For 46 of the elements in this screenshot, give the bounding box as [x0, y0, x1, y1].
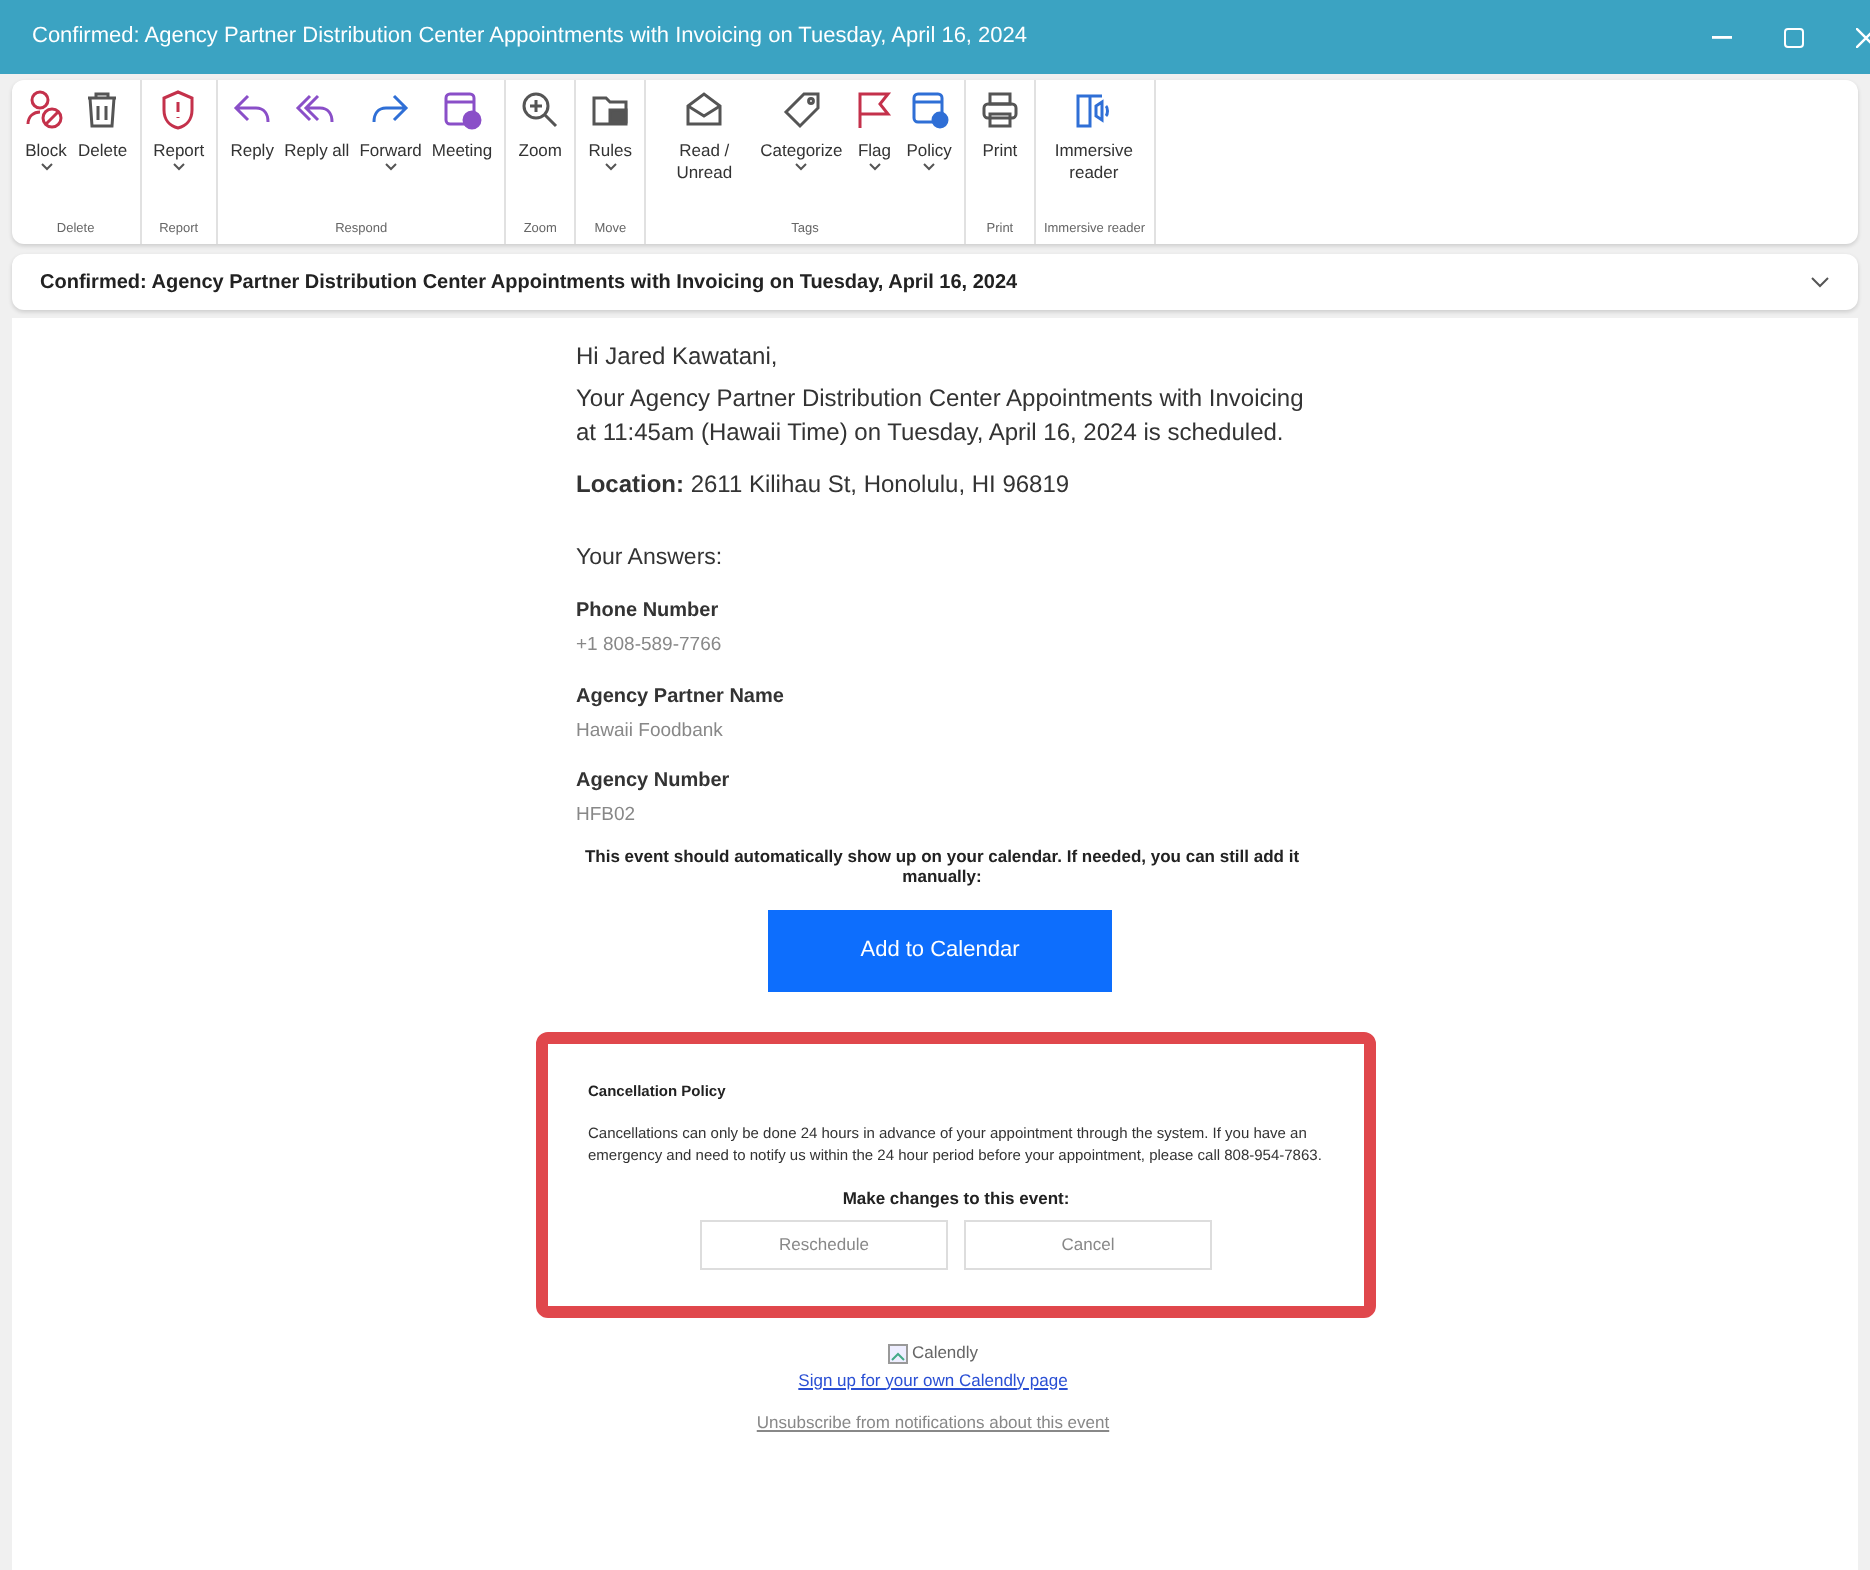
ribbon-button[interactable]: Flag — [848, 88, 901, 221]
question-label: Agency Number — [576, 767, 732, 796]
signup-link[interactable]: Sign up for your own Calendly page — [798, 1369, 1068, 1389]
ribbon-button[interactable]: Rules — [584, 88, 637, 221]
ribbon-button[interactable]: Immersive reader — [1043, 88, 1144, 221]
printer-icon — [977, 88, 1022, 132]
answer-text: HFB02 — [576, 801, 638, 830]
ribbon-button[interactable]: Print — [973, 88, 1026, 221]
ribbon-button[interactable]: Policy — [902, 88, 956, 221]
maximize-icon[interactable] — [1784, 27, 1804, 47]
question-label: Phone Number — [576, 598, 721, 627]
answer-text: Hawaii Foodbank — [576, 717, 725, 745]
envelope-open-icon — [682, 88, 727, 132]
answers-heading: Your Answers: — [576, 544, 725, 574]
ribbon-button[interactable]: Meeting — [427, 88, 497, 221]
calendar-note: This event should automatically show up on your calendar. If needed, you can still add it manually: — [582, 846, 1302, 886]
unsubscribe-link[interactable]: Unsubscribe from notifications about this event — [756, 1411, 1110, 1433]
ribbon-button[interactable]: Reply — [226, 88, 279, 221]
zoom-icon — [518, 88, 563, 132]
changes-label: Make changes to this event: — [840, 1186, 1072, 1212]
close-icon[interactable] — [1856, 27, 1870, 47]
question-label: Agency Partner Name — [576, 683, 786, 711]
minimize-icon[interactable] — [1712, 35, 1732, 39]
message-subject: Confirmed: Agency Partner Distribution Center Appointments with Invoicing on Tuesday, April 16, 2024 — [40, 269, 1018, 297]
answer-text: +1 808-589-7766 — [576, 632, 724, 661]
ribbon-button[interactable]: Report — [149, 88, 209, 221]
chevron-down-icon[interactable] — [1810, 276, 1830, 288]
event-change-button[interactable]: Cancel — [964, 1220, 1212, 1270]
add-to-calendar-button[interactable]: Add to Calendar — [768, 910, 1112, 992]
message-paragraph: Your Agency Partner Distribution Center Appointments with Invoicing at 11:45am (Hawaii Time) on Tuesday, April 16, 2024 is scheduled. — [576, 382, 1306, 450]
window-title: Confirmed: Agency Partner Distribution Center Appointments with Invoicing on Tuesday, April 16, 2024 — [30, 22, 1028, 53]
ribbon-button[interactable]: Reply all — [280, 88, 354, 221]
ribbon-button[interactable]: Categorize — [756, 88, 847, 221]
tag-icon — [779, 88, 824, 132]
ribbon-button[interactable]: Read / Unread — [654, 88, 755, 221]
location-text: Location: 2611 Kilihau St, Honolulu, HI 96819 — [576, 468, 1072, 502]
logo-alt-text: Calendly — [911, 1342, 979, 1364]
event-change-button[interactable]: Reschedule — [700, 1220, 948, 1270]
greeting-text: Hi Jared Kawatani, — [576, 340, 780, 374]
broken-image-icon — [887, 1343, 908, 1363]
ribbon-button[interactable]: Block — [20, 88, 72, 221]
calendar-icon — [440, 88, 485, 132]
ribbon-button[interactable]: Delete — [74, 88, 132, 221]
person-block-icon — [24, 88, 68, 132]
ribbon-button[interactable]: Forward — [355, 88, 426, 221]
ribbon-button[interactable]: Zoom — [514, 88, 567, 221]
